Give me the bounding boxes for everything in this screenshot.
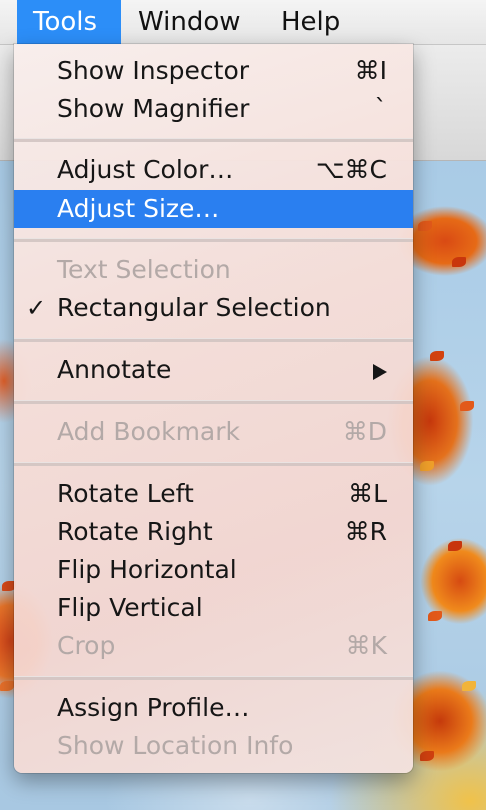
- leaf: [462, 681, 476, 691]
- leaf: [460, 401, 474, 411]
- menu-item-rotate-right[interactable]: Rotate Right ⌘R: [14, 513, 413, 551]
- menubar-help[interactable]: Help: [265, 0, 365, 44]
- menu-separator: [14, 400, 413, 404]
- menu-item-label: Text Selection: [57, 255, 231, 284]
- menu-separator: [14, 338, 413, 342]
- tools-menu: Show Inspector ⌘I Show Magnifier ` Adjus…: [14, 44, 413, 773]
- menu-item-show-location-info: Show Location Info: [14, 727, 413, 765]
- menu-item-label: Rectangular Selection: [57, 293, 331, 322]
- menu-item-label: Adjust Color…: [57, 155, 234, 184]
- menu-item-crop: Crop ⌘K: [14, 627, 413, 665]
- menu-item-label: Rotate Left: [57, 479, 194, 508]
- chevron-right-icon: [373, 364, 387, 380]
- leaf: [452, 257, 466, 267]
- menu-item-label: Flip Vertical: [57, 593, 203, 622]
- menu-item-annotate[interactable]: Annotate: [14, 351, 413, 389]
- menu-item-adjust-size[interactable]: Adjust Size…: [14, 190, 413, 228]
- menu-bar: Tools Window Help: [0, 0, 486, 45]
- leaf: [420, 751, 434, 761]
- menubar-window[interactable]: Window: [122, 0, 262, 44]
- menu-item-flip-horizontal[interactable]: Flip Horizontal: [14, 551, 413, 589]
- menu-item-flip-vertical[interactable]: Flip Vertical: [14, 589, 413, 627]
- menu-item-rotate-left[interactable]: Rotate Left ⌘L: [14, 475, 413, 513]
- menu-item-shortcut: ⌥⌘C: [315, 155, 387, 184]
- leaf: [0, 681, 14, 691]
- menu-item-shortcut: ⌘R: [344, 517, 387, 546]
- menu-separator: [14, 462, 413, 466]
- menu-item-label: Adjust Size…: [57, 194, 220, 223]
- menu-item-label: Show Inspector: [57, 56, 250, 85]
- menu-item-label: Flip Horizontal: [57, 555, 237, 584]
- menu-separator: [14, 676, 413, 680]
- checkmark-icon: ✓: [26, 294, 47, 322]
- menu-item-shortcut: ⌘D: [342, 417, 387, 446]
- menu-item-label: Crop: [57, 631, 116, 660]
- menu-item-label: Show Location Info: [57, 731, 294, 760]
- menu-separator: [14, 238, 413, 242]
- menu-item-shortcut: ⌘K: [345, 631, 387, 660]
- leaf: [430, 351, 444, 361]
- leaf: [428, 611, 442, 621]
- leaf: [418, 221, 432, 231]
- menu-item-show-inspector[interactable]: Show Inspector ⌘I: [14, 52, 413, 90]
- menu-item-rectangular-selection[interactable]: ✓ Rectangular Selection: [14, 289, 413, 327]
- leaf: [420, 461, 434, 471]
- menu-item-label: Rotate Right: [57, 517, 213, 546]
- menu-item-shortcut: `: [374, 94, 388, 123]
- menu-item-add-bookmark: Add Bookmark ⌘D: [14, 413, 413, 451]
- menu-item-shortcut: ⌘I: [354, 56, 387, 85]
- menu-item-label: Show Magnifier: [57, 94, 250, 123]
- menubar-tools[interactable]: Tools: [17, 0, 121, 44]
- menu-item-shortcut: ⌘L: [348, 479, 387, 508]
- menu-item-text-selection: Text Selection: [14, 251, 413, 289]
- menu-item-label: Add Bookmark: [57, 417, 240, 446]
- menu-item-label: Annotate: [57, 355, 172, 384]
- menu-item-show-magnifier[interactable]: Show Magnifier `: [14, 90, 413, 128]
- menu-item-label: Assign Profile…: [57, 693, 250, 722]
- menu-item-adjust-color[interactable]: Adjust Color… ⌥⌘C: [14, 151, 413, 189]
- menu-separator: [14, 138, 413, 142]
- leaf: [448, 541, 462, 551]
- menu-item-assign-profile[interactable]: Assign Profile…: [14, 689, 413, 727]
